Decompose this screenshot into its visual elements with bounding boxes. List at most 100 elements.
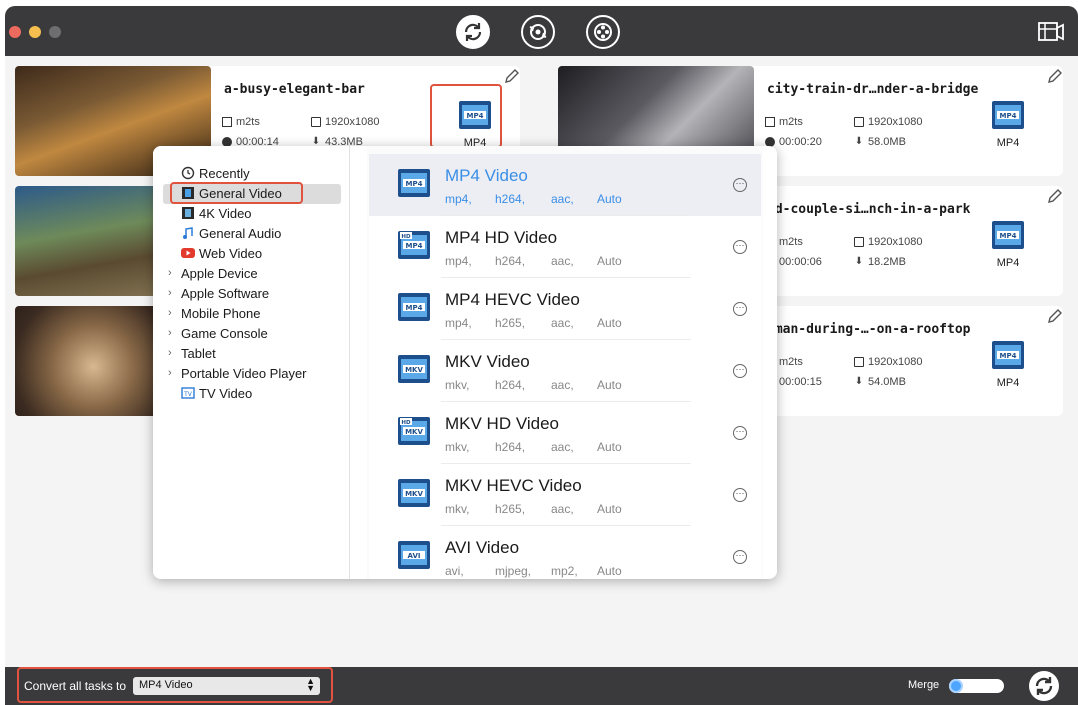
more-options-icon[interactable]: ··· — [733, 302, 747, 316]
category-label: TV Video — [199, 385, 253, 401]
category-panel: Recently General Video 4K Video General Aud… — [153, 146, 350, 579]
format-option[interactable]: MP4 MP4 Video mp4, h264, aac, Auto ··· — [369, 154, 761, 216]
target-format-button[interactable]: MP4 MP4 — [984, 220, 1032, 269]
format-title: MP4 HD Video — [445, 228, 558, 247]
film-icon — [222, 117, 232, 127]
edit-pencil-icon[interactable] — [1047, 308, 1063, 324]
svg-text:MP4: MP4 — [406, 242, 423, 250]
format-option[interactable]: MKV MKV HEVC Video mkv, h265, aac, Auto ··· — [369, 464, 761, 526]
svg-text:MP4: MP4 — [1000, 352, 1017, 360]
format-title: AVI Video — [445, 538, 520, 557]
film-icon — [765, 117, 775, 127]
monitor-icon — [854, 357, 864, 367]
more-options-icon[interactable]: ··· — [733, 178, 747, 192]
svg-text:MKV: MKV — [405, 490, 423, 498]
category-apple-device[interactable]: › Apple Device — [168, 263, 258, 283]
category-apple-software[interactable]: › Apple Software — [168, 283, 269, 303]
task-filename: oman-during-…-on-a-rooftop — [767, 322, 971, 337]
toolbox-tab-button[interactable] — [586, 15, 620, 49]
task-resolution: 1920x1080 — [854, 116, 922, 128]
task-size: ⬇ 54.0MB — [854, 376, 906, 388]
category-general-audio[interactable]: General Audio — [168, 223, 281, 243]
download-icon: ⬇ — [854, 376, 864, 387]
mkv-format-icon: MKV — [398, 355, 430, 383]
format-title: MKV HD Video — [445, 414, 560, 433]
compress-tab-button[interactable] — [521, 15, 555, 49]
format-option[interactable]: AVI AVI Video avi, mjpeg, mp2, Auto ··· — [369, 526, 761, 579]
monitor-icon — [854, 117, 864, 127]
category-tv-video[interactable]: TV TV Video — [168, 383, 252, 403]
mkv-format-icon: HD MKV — [398, 417, 430, 445]
format-spec: mkv, — [445, 440, 470, 454]
chevron-right-icon: › — [168, 267, 172, 279]
format-spec: mp2, — [551, 564, 578, 578]
task-filename: city-train-dr…nder-a-bridge — [767, 82, 979, 97]
format-spec: Auto — [597, 316, 622, 330]
start-convert-button[interactable] — [1029, 671, 1059, 701]
format-spec: h264, — [495, 378, 526, 392]
zoom-window-button[interactable] — [49, 26, 61, 38]
format-spec: h264, — [495, 440, 526, 454]
format-title: MKV HEVC Video — [445, 476, 582, 495]
title-bar — [5, 6, 1078, 56]
mp4-format-icon: MP4 — [992, 341, 1024, 369]
screen-record-icon[interactable] — [1037, 20, 1065, 44]
merge-toggle[interactable] — [949, 679, 1004, 693]
more-options-icon[interactable]: ··· — [733, 240, 747, 254]
chevron-right-icon: › — [168, 347, 172, 359]
format-spec: mp4, — [445, 254, 472, 268]
minimize-window-button[interactable] — [29, 26, 41, 38]
format-spec: mp4, — [445, 316, 472, 330]
mp4-format-icon: MP4 — [398, 293, 430, 321]
category-web-video[interactable]: Web Video — [168, 243, 262, 263]
format-title: MP4 HEVC Video — [445, 290, 580, 309]
edit-pencil-icon[interactable] — [504, 68, 520, 84]
close-window-button[interactable] — [9, 26, 21, 38]
format-option[interactable]: HD MKV MKV HD Video mkv, h264, aac, Auto ··· — [369, 402, 761, 464]
more-options-icon[interactable]: ··· — [733, 488, 747, 502]
svg-text:AVI: AVI — [408, 552, 421, 560]
more-options-icon[interactable]: ··· — [733, 364, 747, 378]
format-title: MKV Video — [445, 352, 530, 371]
format-spec: h265, — [495, 316, 526, 330]
edit-pencil-icon[interactable] — [1047, 188, 1063, 204]
music-note-icon — [181, 226, 197, 240]
chevron-right-icon: › — [168, 287, 172, 299]
target-format-button[interactable]: MP4 MP4 — [984, 100, 1032, 149]
svg-text:MKV: MKV — [405, 428, 423, 436]
format-option[interactable]: MP4 MP4 HEVC Video mp4, h265, aac, Auto ··· — [369, 278, 761, 340]
category-tablet[interactable]: › Tablet — [168, 343, 216, 363]
target-format-button[interactable]: MP4 MP4 — [984, 340, 1032, 389]
category-mobile-phone[interactable]: › Mobile Phone — [168, 303, 261, 323]
category-4k-video[interactable]: 4K Video — [168, 203, 252, 223]
edit-pencil-icon[interactable] — [1047, 68, 1063, 84]
category-portable-video-player[interactable]: › Portable Video Player — [168, 363, 307, 383]
format-option[interactable]: MKV MKV Video mkv, h264, aac, Auto ··· — [369, 340, 761, 402]
category-label: Apple Software — [181, 285, 270, 301]
more-options-icon[interactable]: ··· — [733, 426, 747, 440]
format-spec: Auto — [597, 564, 622, 578]
task-size: ⬇ 58.0MB — [854, 136, 906, 148]
chevron-right-icon: › — [168, 307, 172, 319]
category-game-console[interactable]: › Game Console — [168, 323, 268, 343]
task-resolution: 1920x1080 — [854, 236, 922, 248]
4k-icon — [181, 206, 197, 220]
category-recently[interactable]: Recently — [168, 163, 250, 183]
svg-text:MP4: MP4 — [1000, 112, 1017, 120]
mp4-format-icon: MP4 — [992, 101, 1024, 129]
format-spec: h264, — [495, 192, 526, 206]
format-spec: aac, — [551, 378, 574, 392]
toggle-knob — [951, 681, 961, 691]
convert-tab-button[interactable] — [456, 15, 490, 49]
task-resolution: 1920x1080 — [854, 356, 922, 368]
format-spec: mkv, — [445, 502, 470, 516]
task-resolution: 1920x1080 — [311, 116, 379, 128]
chevron-right-icon: › — [168, 327, 172, 339]
format-spec: mp4, — [445, 192, 472, 206]
svg-text:TV: TV — [183, 391, 193, 398]
more-options-icon[interactable]: ··· — [733, 550, 747, 564]
task-size: ⬇ 18.2MB — [854, 256, 906, 268]
format-spec: Auto — [597, 254, 622, 268]
format-option[interactable]: HD MP4 MP4 HD Video mp4, h264, aac, Auto ··· — [369, 216, 761, 278]
format-spec: Auto — [597, 502, 622, 516]
